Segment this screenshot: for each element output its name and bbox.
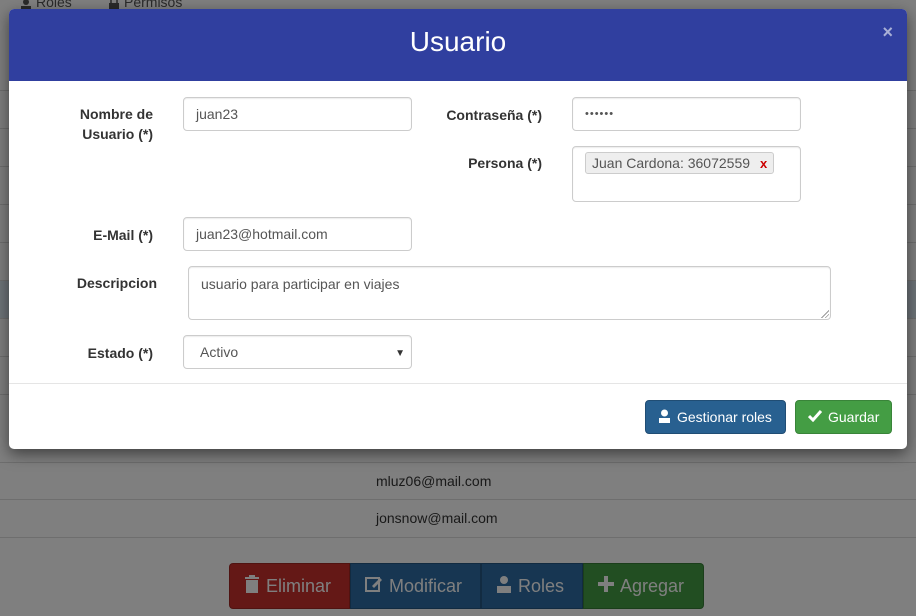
manage-roles-button[interactable]: Gestionar roles: [645, 400, 786, 434]
user-icon: [658, 409, 671, 426]
remove-tag-icon[interactable]: x: [760, 156, 767, 171]
modal-footer: Gestionar roles Guardar: [9, 383, 907, 449]
persona-label: Persona (*): [468, 155, 542, 171]
close-icon[interactable]: ×: [882, 22, 893, 43]
username-input[interactable]: juan23: [183, 97, 412, 131]
email-input[interactable]: juan23@hotmail.com: [183, 217, 412, 251]
description-label: Descripcion: [76, 275, 157, 291]
save-button[interactable]: Guardar: [795, 400, 892, 434]
email-label: E-Mail (*): [93, 227, 153, 243]
modal-header: Usuario ×: [9, 9, 907, 81]
persona-select[interactable]: Juan Cardona: 36072559 x: [572, 146, 801, 202]
chevron-down-icon: ▼: [395, 348, 405, 359]
check-icon: [807, 409, 823, 425]
estado-select[interactable]: Activo ▼: [183, 335, 412, 369]
resize-handle[interactable]: [821, 310, 829, 318]
username-label: Nombre de Usuario (*): [79, 106, 153, 142]
modal-title: Usuario: [409, 26, 507, 57]
estado-label: Estado (*): [87, 345, 153, 361]
password-label: Contraseña (*): [446, 107, 542, 123]
persona-tag: Juan Cardona: 36072559 x: [585, 152, 775, 174]
description-textarea[interactable]: usuario para participar en viajes: [188, 266, 831, 320]
user-modal: Usuario × Nombre de Usuario (*) juan23 C…: [9, 9, 907, 449]
password-input[interactable]: ••••••: [572, 97, 801, 131]
